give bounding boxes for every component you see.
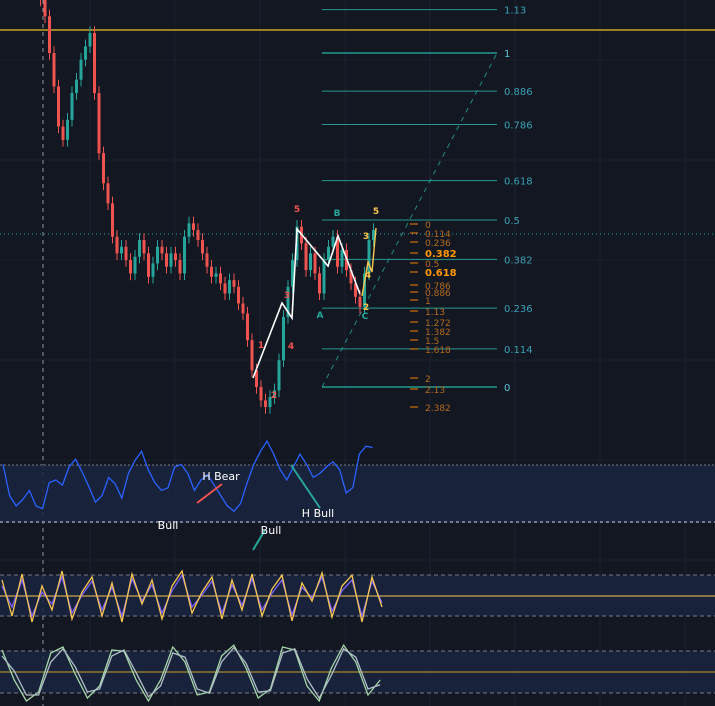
candle-body <box>183 236 186 274</box>
candle-body <box>160 246 164 254</box>
candle-body <box>313 253 317 274</box>
candle-body <box>97 93 101 154</box>
wave-label: A <box>317 311 324 321</box>
fib-extension-label: 0.618 <box>425 268 457 279</box>
candle-body <box>250 340 254 371</box>
candle-body <box>88 32 92 47</box>
candle-body <box>169 253 173 267</box>
candle-body <box>84 46 87 60</box>
candle-body <box>322 260 326 294</box>
candle-body <box>246 313 249 341</box>
wave-label: 5 <box>294 205 300 215</box>
candle-body <box>43 0 47 17</box>
fib-extension-label: 0.236 <box>425 239 451 249</box>
candle-body <box>187 223 191 237</box>
candle-body <box>93 32 96 94</box>
candle-body <box>52 53 56 87</box>
chart-canvas[interactable]: 1.1310.8860.7860.6180.50.3820.2360.11401… <box>0 0 715 706</box>
fib-retracement-label: 0.618 <box>504 177 533 188</box>
fib-extension-label: 2.382 <box>425 404 451 414</box>
wave-label: C <box>362 312 369 322</box>
wave-label: 2 <box>363 303 369 313</box>
candle-body <box>48 16 51 53</box>
wave-label: 4 <box>365 271 371 281</box>
fib-retracement-label: 0 <box>504 383 510 394</box>
candle-body <box>120 246 123 254</box>
candle-body <box>259 387 263 401</box>
candle-body <box>75 79 78 94</box>
candle-body <box>151 263 155 277</box>
wave-label: 1 <box>258 341 264 351</box>
candle-body <box>318 273 321 294</box>
candle-body <box>124 246 128 261</box>
candle-body <box>111 203 114 237</box>
fib-extension-label: 1.618 <box>425 346 451 356</box>
fib-retracement-label: 0.786 <box>504 120 533 131</box>
candle-body <box>102 153 105 184</box>
candle-body <box>178 260 182 274</box>
candle-body <box>66 119 69 140</box>
stoch-rsi-panel[interactable] <box>0 643 715 703</box>
candle-body <box>133 256 137 274</box>
candle-body <box>241 303 245 314</box>
fib-extension-label: 1.13 <box>425 308 445 318</box>
candle-body <box>57 86 60 127</box>
candle-body <box>165 253 168 267</box>
candle-body <box>282 316 285 361</box>
candle-body <box>358 296 362 307</box>
candle-body <box>331 236 335 247</box>
candle-body <box>237 286 240 304</box>
candle-body <box>232 280 236 287</box>
candle-body <box>156 246 159 264</box>
candle-body <box>327 246 330 261</box>
fib-extension-label: 2.13 <box>425 386 445 396</box>
rsi-annotation: Bull <box>158 519 179 532</box>
candle-body <box>138 240 141 257</box>
rsi-band <box>0 465 715 523</box>
candle-body <box>223 283 227 294</box>
candle-body <box>214 273 218 277</box>
candle-body <box>147 253 150 277</box>
candle-body <box>340 250 344 267</box>
fib-retracement-label: 0.5 <box>504 216 520 227</box>
fib-extension-label: 0.382 <box>425 249 457 260</box>
candle-body <box>264 400 267 408</box>
wave-label: 3 <box>284 291 290 301</box>
fib-retracement-label: 0.236 <box>504 304 533 315</box>
fib-extension-label: 2 <box>425 375 431 385</box>
candle-body <box>174 253 177 261</box>
wave-label: 2 <box>271 391 277 401</box>
candle-body <box>309 253 312 271</box>
fib-retracement-label: 1 <box>504 49 510 60</box>
candle-body <box>106 183 110 204</box>
fib-extension-label: 1 <box>425 297 431 307</box>
wave-label: 5 <box>373 207 379 217</box>
rsi-annotation: Bull <box>261 524 282 537</box>
candle-body <box>228 280 231 294</box>
candle-body <box>277 360 281 391</box>
rsi-annotation: H Bull <box>302 507 334 520</box>
candle-body <box>196 230 200 241</box>
rsi-annotation: H Bear <box>202 470 240 483</box>
candle-body <box>201 240 204 254</box>
candle-body <box>192 223 195 231</box>
candle-body <box>61 126 65 140</box>
stochastic-panel[interactable] <box>0 569 715 623</box>
candle-body <box>304 243 308 271</box>
candle-body <box>210 266 213 277</box>
candle-body <box>219 273 222 284</box>
wave-label: 4 <box>288 342 294 352</box>
candle-body <box>142 240 146 254</box>
fib-retracement-label: 0.382 <box>504 255 533 266</box>
candle-body <box>129 260 132 274</box>
wave-label: B <box>334 209 341 219</box>
candle-body <box>115 236 119 254</box>
candle-body <box>205 253 209 267</box>
fib-retracement-label: 0.886 <box>504 87 533 98</box>
fib-retracement-label: 0.114 <box>504 345 533 356</box>
wave-label: 3 <box>363 232 369 242</box>
candle-body <box>70 93 74 120</box>
candle-body <box>79 59 83 80</box>
fib-retracement-label: 1.13 <box>504 6 526 17</box>
